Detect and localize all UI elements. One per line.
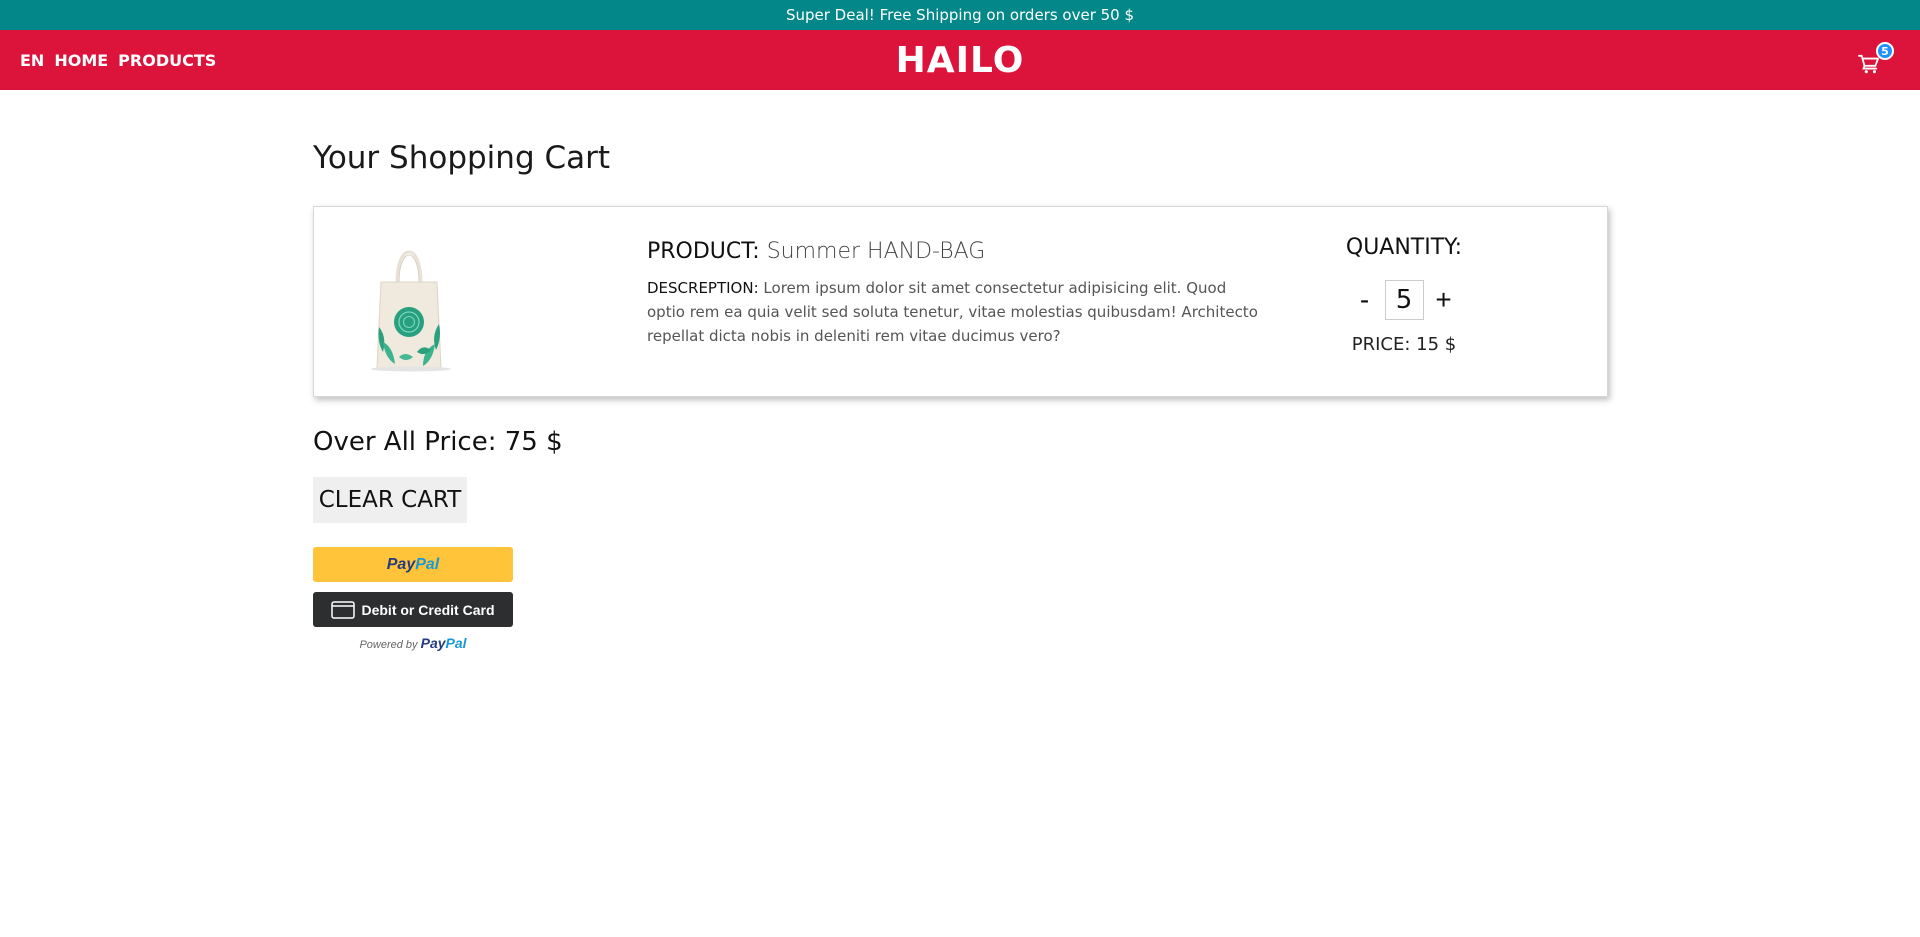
quantity-label: QUANTITY: — [1345, 235, 1463, 260]
page-title: Your Shopping Cart — [313, 140, 611, 176]
site-logo[interactable]: HAILO — [896, 40, 1025, 81]
main-nav: EN HOME PRODUCTS — [0, 51, 216, 70]
paypal-brand-logo: PayPal — [421, 635, 467, 651]
cart-item-card: PRODUCT: Summer HAND-BAG DESCREPTION: Lo… — [313, 206, 1608, 397]
shopping-cart-icon — [1858, 54, 1879, 74]
quantity-value: 5 — [1384, 280, 1424, 320]
increase-quantity-button[interactable]: + — [1434, 284, 1454, 316]
cart-page: Your Shopping Cart PRODUCT: Summer HAND-… — [313, 90, 1608, 651]
product-title-line: PRODUCT: Summer HAND-BAG — [647, 239, 1267, 264]
powered-by-text: Powered by — [359, 639, 418, 651]
paypal-button[interactable]: Pay Pal — [313, 547, 513, 582]
paypal-logo-pay: Pay — [386, 555, 416, 573]
announcement-text: Super Deal! Free Shipping on orders over… — [785, 6, 1135, 24]
language-selector[interactable]: EN — [20, 51, 44, 70]
credit-card-icon — [331, 600, 356, 619]
powered-by-paypal: Powered by PayPal — [313, 635, 513, 651]
cart-button[interactable]: 5 — [1854, 42, 1894, 78]
description-label: DESCREPTION: — [647, 279, 759, 297]
card-button-label: Debit or Credit Card — [361, 601, 495, 618]
overall-price: Over All Price: 75 $ — [313, 427, 563, 457]
quantity-block: QUANTITY: - 5 + PRICE: 15 $ — [1319, 235, 1489, 355]
paypal-logo-pal: Pal — [415, 555, 440, 573]
decrease-quantity-button[interactable]: - — [1355, 284, 1375, 316]
nav-home-link[interactable]: HOME — [54, 51, 108, 70]
clear-cart-button[interactable]: CLEAR CART — [313, 477, 467, 523]
product-description: DESCREPTION: Lorem ipsum dolor sit amet … — [647, 276, 1267, 348]
product-label: PRODUCT: — [647, 239, 760, 264]
product-image — [359, 232, 459, 372]
nav-products-link[interactable]: PRODUCTS — [118, 51, 216, 70]
paypal-brand-pal: Pal — [445, 635, 467, 651]
debit-credit-card-button[interactable]: Debit or Credit Card — [313, 592, 513, 627]
item-price: PRICE: 15 $ — [1351, 334, 1457, 355]
product-name: Summer HAND-BAG — [766, 239, 986, 264]
cart-count-badge: 5 — [1876, 42, 1894, 60]
product-info: PRODUCT: Summer HAND-BAG DESCREPTION: Lo… — [647, 239, 1267, 348]
announcement-bar: Super Deal! Free Shipping on orders over… — [0, 0, 1920, 30]
paypal-brand-pay: Pay — [420, 635, 446, 651]
quantity-stepper: - 5 + — [1319, 280, 1489, 320]
site-header: EN HOME PRODUCTS HAILO 5 — [0, 30, 1920, 90]
